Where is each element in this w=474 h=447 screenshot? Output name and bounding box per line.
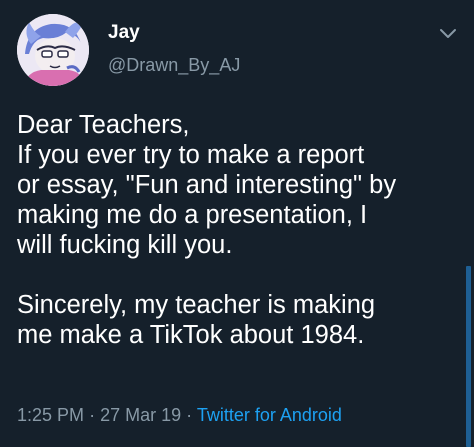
tweet-line: Sincerely, my teacher is making [17, 291, 376, 319]
tweet-line: Dear Teachers, [17, 111, 190, 139]
tweet-line: me make a TikTok about 1984. [17, 321, 365, 349]
user-handle[interactable]: @Drawn_By_AJ [108, 55, 240, 76]
tweet-line: If you ever try to make a report [17, 141, 365, 169]
meta-separator: · [89, 405, 96, 425]
chevron-down-icon[interactable] [438, 27, 458, 41]
display-name[interactable]: Jay [108, 22, 140, 44]
avatar[interactable] [17, 14, 89, 86]
tweet-date[interactable]: 27 Mar 19 [100, 405, 181, 425]
tweet-text: Dear Teachers, If you ever try to make a… [17, 110, 467, 350]
tweet-time[interactable]: 1:25 PM [17, 405, 84, 425]
tweet-meta: 1:25 PM · 27 Mar 19 · Twitter for Androi… [17, 405, 342, 426]
scrollbar[interactable] [466, 266, 471, 447]
tweet-line: will fucking kill you. [17, 231, 233, 259]
tweet-source-link[interactable]: Twitter for Android [197, 405, 342, 425]
tweet-line: making me do a presentation, I [17, 201, 368, 229]
tweet-line: or essay, "Fun and interesting" by [17, 171, 397, 199]
tweet-card: Jay @Drawn_By_AJ Dear Teachers, If you e… [0, 0, 474, 447]
avatar-illustration [17, 14, 89, 86]
meta-separator: · [186, 405, 193, 425]
